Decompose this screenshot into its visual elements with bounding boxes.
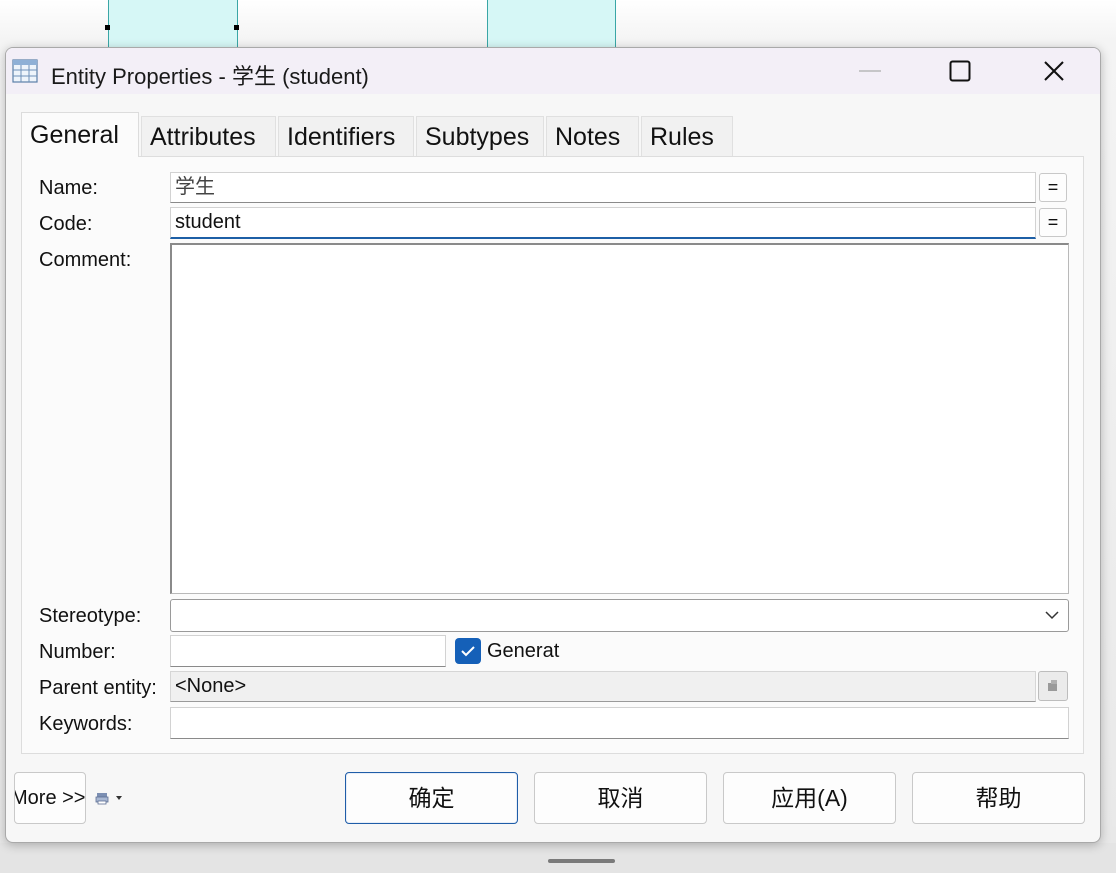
home-indicator (548, 859, 615, 863)
tab-general[interactable]: General (21, 112, 139, 157)
canvas-entity-shape-left[interactable] (108, 0, 238, 48)
name-label: Name: (39, 177, 98, 199)
canvas-entity-shape-right[interactable] (487, 0, 616, 48)
comment-textarea[interactable] (170, 243, 1069, 594)
minimize-button[interactable] (824, 48, 916, 94)
entity-properties-dialog: Entity Properties - 学生 (student) General… (5, 47, 1101, 843)
selection-handle[interactable] (105, 25, 110, 30)
name-sync-button[interactable]: = (1039, 173, 1067, 202)
title-bar[interactable]: Entity Properties - 学生 (student) (6, 48, 1100, 94)
ok-button[interactable]: 确定 (345, 772, 518, 824)
help-button[interactable]: 帮助 (912, 772, 1085, 824)
keywords-field[interactable] (170, 707, 1069, 739)
tab-subtypes[interactable]: Subtypes (416, 116, 544, 156)
close-icon (1044, 61, 1064, 81)
generate-checkbox[interactable] (455, 638, 481, 664)
keywords-label: Keywords: (39, 713, 133, 735)
generate-label[interactable]: Generat (487, 640, 559, 663)
caret-down-icon[interactable] (114, 793, 124, 803)
stereotype-label: Stereotype: (39, 605, 142, 627)
parent-entity-field: <None> (170, 671, 1036, 702)
number-field[interactable] (170, 635, 446, 667)
code-sync-button[interactable]: = (1039, 208, 1067, 237)
taskbar-strip (0, 843, 1116, 873)
more-label: More >> (14, 787, 86, 809)
code-field[interactable]: student (170, 207, 1036, 239)
tab-attributes[interactable]: Attributes (141, 116, 276, 156)
maximize-icon (949, 60, 971, 82)
chevron-down-icon (1045, 611, 1059, 620)
apply-button[interactable]: 应用(A) (723, 772, 896, 824)
tab-rules[interactable]: Rules (641, 116, 733, 156)
print-icon[interactable] (95, 792, 109, 805)
code-label: Code: (39, 213, 93, 235)
stereotype-select[interactable] (170, 599, 1069, 632)
table-grid-icon (12, 59, 38, 83)
tab-identifiers[interactable]: Identifiers (278, 116, 414, 156)
tab-notes[interactable]: Notes (546, 116, 639, 156)
maximize-button[interactable] (914, 48, 1006, 94)
general-tab-panel: Name: 学生 = Code: student = Comment: Ster… (21, 156, 1084, 754)
close-button[interactable] (1008, 48, 1100, 94)
checkmark-icon (461, 646, 475, 657)
parent-entity-label: Parent entity: (39, 677, 157, 699)
parent-entity-properties-button[interactable] (1038, 671, 1068, 701)
number-label: Number: (39, 641, 116, 663)
minimize-icon (859, 70, 881, 72)
cancel-button[interactable]: 取消 (534, 772, 707, 824)
window-title: Entity Properties - 学生 (student) (51, 64, 369, 89)
comment-label: Comment: (39, 249, 132, 271)
selection-handle[interactable] (234, 25, 239, 30)
properties-icon (1048, 680, 1057, 691)
name-field[interactable]: 学生 (170, 172, 1036, 203)
more-button[interactable]: More >> (14, 772, 86, 824)
